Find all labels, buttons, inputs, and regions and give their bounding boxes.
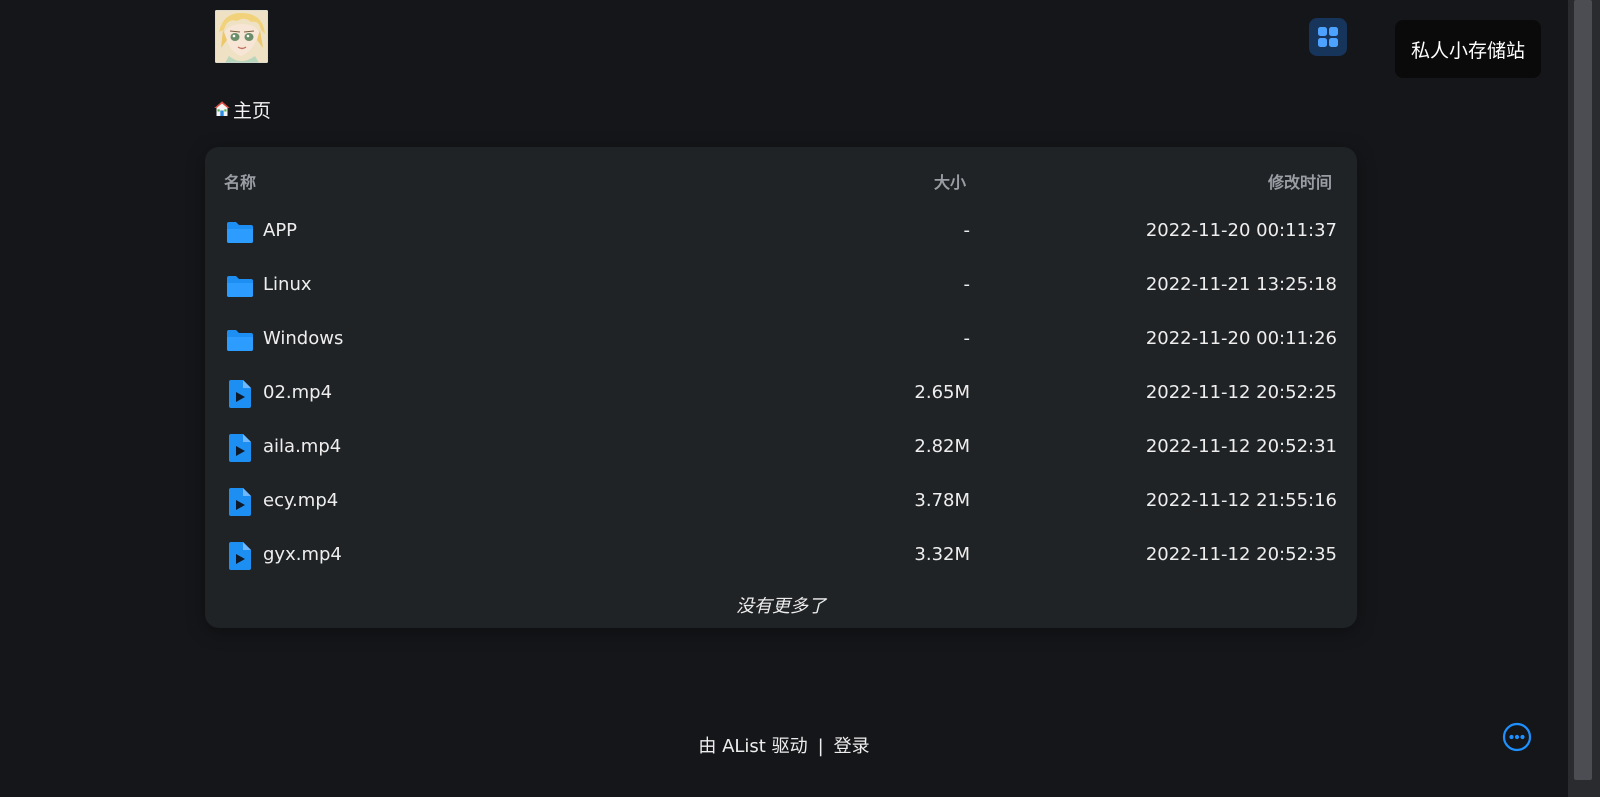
- file-size: -: [963, 274, 971, 295]
- column-header-name[interactable]: 名称: [224, 169, 256, 193]
- file-row[interactable]: gyx.mp4 3.32M 2022-11-12 20:52:35: [205, 529, 1357, 583]
- video-file-icon: [225, 541, 255, 571]
- footer: 由 AList 驱动 | 登录: [0, 732, 1568, 758]
- file-modified-time: 2022-11-21 13:25:18: [1145, 274, 1337, 295]
- video-file-icon: [229, 488, 251, 516]
- file-modified-time: 2022-11-12 20:52:25: [1145, 382, 1337, 403]
- file-name[interactable]: 02.mp4: [263, 382, 332, 403]
- file-name[interactable]: Windows: [263, 328, 343, 349]
- folder-icon: [227, 330, 253, 351]
- video-file-icon: [225, 487, 255, 517]
- file-size: 3.78M: [914, 490, 970, 511]
- video-file-icon: [229, 434, 251, 462]
- site-name-badge: 私人小存储站: [1395, 20, 1541, 78]
- column-header-size[interactable]: 大小: [934, 169, 966, 193]
- folder-icon: [225, 217, 255, 247]
- powered-by-link[interactable]: 由 AList 驱动: [698, 736, 807, 757]
- file-size: -: [963, 328, 971, 349]
- column-header-modified[interactable]: 修改时间: [1268, 169, 1332, 193]
- file-size: 3.32M: [914, 544, 970, 565]
- site-avatar[interactable]: [215, 10, 268, 63]
- grid-icon: [1318, 27, 1338, 47]
- file-size: 2.65M: [914, 382, 970, 403]
- file-name[interactable]: APP: [263, 220, 297, 241]
- video-file-icon: [229, 380, 251, 408]
- house-icon: [214, 101, 230, 116]
- folder-icon: [227, 222, 253, 243]
- layout-toggle-button[interactable]: [1309, 18, 1347, 56]
- video-file-icon: [229, 542, 251, 570]
- file-row[interactable]: aila.mp4 2.82M 2022-11-12 20:52:31: [205, 421, 1357, 475]
- folder-icon: [225, 271, 255, 301]
- breadcrumb-home[interactable]: 主页: [213, 96, 271, 122]
- file-name[interactable]: ecy.mp4: [263, 490, 338, 511]
- end-of-list-message: 没有更多了: [736, 596, 826, 617]
- login-link[interactable]: 登录: [834, 736, 870, 757]
- file-row[interactable]: Linux - 2022-11-21 13:25:18: [205, 259, 1357, 313]
- file-row[interactable]: ecy.mp4 3.78M 2022-11-12 21:55:16: [205, 475, 1357, 529]
- file-size: 2.82M: [914, 436, 970, 457]
- file-size: -: [963, 220, 971, 241]
- file-name[interactable]: aila.mp4: [263, 436, 341, 457]
- file-row[interactable]: 02.mp4 2.65M 2022-11-12 20:52:25: [205, 367, 1357, 421]
- file-name[interactable]: Linux: [263, 274, 312, 295]
- video-file-icon: [225, 379, 255, 409]
- anime-avatar-icon: [215, 10, 268, 63]
- video-file-icon: [225, 433, 255, 463]
- breadcrumb-home-label: 主页: [233, 99, 272, 122]
- file-row[interactable]: Windows - 2022-11-20 00:11:26: [205, 313, 1357, 367]
- more-actions-button[interactable]: [1502, 722, 1532, 752]
- file-row[interactable]: APP - 2022-11-20 00:11:37: [205, 205, 1357, 259]
- folder-icon: [225, 325, 255, 355]
- footer-separator: |: [817, 736, 824, 757]
- file-modified-time: 2022-11-12 21:55:16: [1145, 490, 1337, 511]
- file-modified-time: 2022-11-20 00:11:26: [1145, 328, 1337, 349]
- page: 私人小存储站 主页 名称 大小 修改时间 APP - 2022-11-20 00:1…: [0, 0, 1568, 797]
- file-modified-time: 2022-11-12 20:52:35: [1145, 544, 1337, 565]
- page-scrollbar-thumb[interactable]: [1574, 0, 1592, 780]
- file-name[interactable]: gyx.mp4: [263, 544, 342, 565]
- more-horizontal-icon: [1502, 722, 1532, 752]
- file-modified-time: 2022-11-20 00:11:37: [1145, 220, 1337, 241]
- file-modified-time: 2022-11-12 20:52:31: [1145, 436, 1337, 457]
- folder-icon: [227, 276, 253, 297]
